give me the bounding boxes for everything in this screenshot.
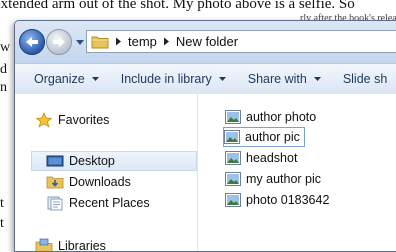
forward-arrow-icon — [53, 37, 65, 47]
nav-recent-places-label: Recent Places — [69, 196, 150, 210]
breadcrumb-chevron-icon[interactable] — [163, 37, 170, 46]
nav-desktop[interactable]: Desktop — [46, 151, 115, 171]
organize-label: Organize — [34, 72, 85, 86]
recent-places-icon — [47, 196, 63, 211]
navigation-pane: Favorites Desktop Downloads Recent Place… — [15, 94, 198, 252]
nav-favorites[interactable]: Favorites — [35, 110, 109, 130]
doc-text-fragment: n — [0, 80, 7, 95]
explorer-window: temp New folder Organize Include in libr… — [14, 20, 396, 252]
breadcrumb-temp[interactable]: temp — [128, 34, 157, 49]
image-file-icon — [225, 193, 241, 207]
share-with-label: Share with — [247, 72, 307, 86]
nav-libraries[interactable]: Libraries — [35, 236, 106, 252]
image-file-icon — [225, 151, 241, 165]
file-name: author photo — [246, 110, 317, 124]
slide-show-label: Slide sh — [342, 72, 388, 86]
nav-recent-places[interactable]: Recent Places — [46, 193, 150, 213]
chevron-down-icon — [91, 77, 99, 81]
navigation-bar: temp New folder — [15, 21, 396, 63]
file-item[interactable]: headshot — [225, 149, 297, 167]
content-area: Favorites Desktop Downloads Recent Place… — [15, 94, 396, 252]
doc-text-line: extended arm out of the shot. My photo a… — [0, 0, 355, 12]
doc-text-fragment: t — [0, 196, 4, 211]
forward-button[interactable] — [46, 29, 72, 55]
back-button[interactable] — [19, 29, 45, 55]
share-with-button[interactable]: Share with — [248, 72, 321, 86]
file-name: author pic — [245, 130, 300, 144]
folder-icon — [91, 36, 109, 48]
file-name: my author pic — [246, 172, 322, 186]
chevron-down-icon — [313, 77, 321, 81]
nav-libraries-label: Libraries — [58, 239, 106, 252]
libraries-icon — [35, 238, 53, 251]
desktop-icon — [46, 155, 64, 167]
file-name: headshot — [246, 151, 298, 165]
file-item[interactable]: photo 0183642 — [225, 191, 329, 209]
doc-text-fragment: d — [0, 62, 7, 77]
image-file-icon — [225, 172, 241, 186]
back-arrow-icon — [26, 37, 38, 47]
file-list: author photo author pic headshot my auth… — [221, 94, 396, 251]
nav-downloads[interactable]: Downloads — [46, 172, 131, 192]
file-item[interactable]: my author pic — [225, 170, 321, 188]
chevron-down-icon — [218, 77, 226, 81]
command-bar: Organize Include in library Share with S… — [15, 63, 396, 95]
file-name: photo 0183642 — [246, 193, 330, 207]
breadcrumb-chevron-icon[interactable] — [115, 37, 122, 46]
nav-downloads-label: Downloads — [69, 175, 131, 189]
nav-desktop-label: Desktop — [69, 154, 115, 168]
breadcrumb-new-folder[interactable]: New folder — [176, 34, 238, 49]
downloads-folder-icon — [46, 176, 64, 189]
recent-pages-dropdown-icon[interactable] — [75, 37, 85, 47]
image-file-icon — [224, 130, 240, 144]
slide-show-button[interactable]: Slide sh — [343, 72, 387, 86]
organize-button[interactable]: Organize — [34, 72, 99, 86]
doc-text-fragment: w — [0, 40, 11, 55]
file-item[interactable]: author photo — [225, 108, 316, 126]
nav-favorites-label: Favorites — [58, 113, 110, 127]
image-file-icon — [225, 110, 241, 124]
address-bar[interactable]: temp New folder — [86, 30, 396, 53]
star-icon — [35, 112, 53, 128]
file-item-focused[interactable]: author pic — [223, 127, 305, 147]
include-in-library-label: Include in library — [120, 72, 212, 86]
include-in-library-button[interactable]: Include in library — [121, 72, 226, 86]
doc-text-fragment: t — [0, 216, 4, 231]
